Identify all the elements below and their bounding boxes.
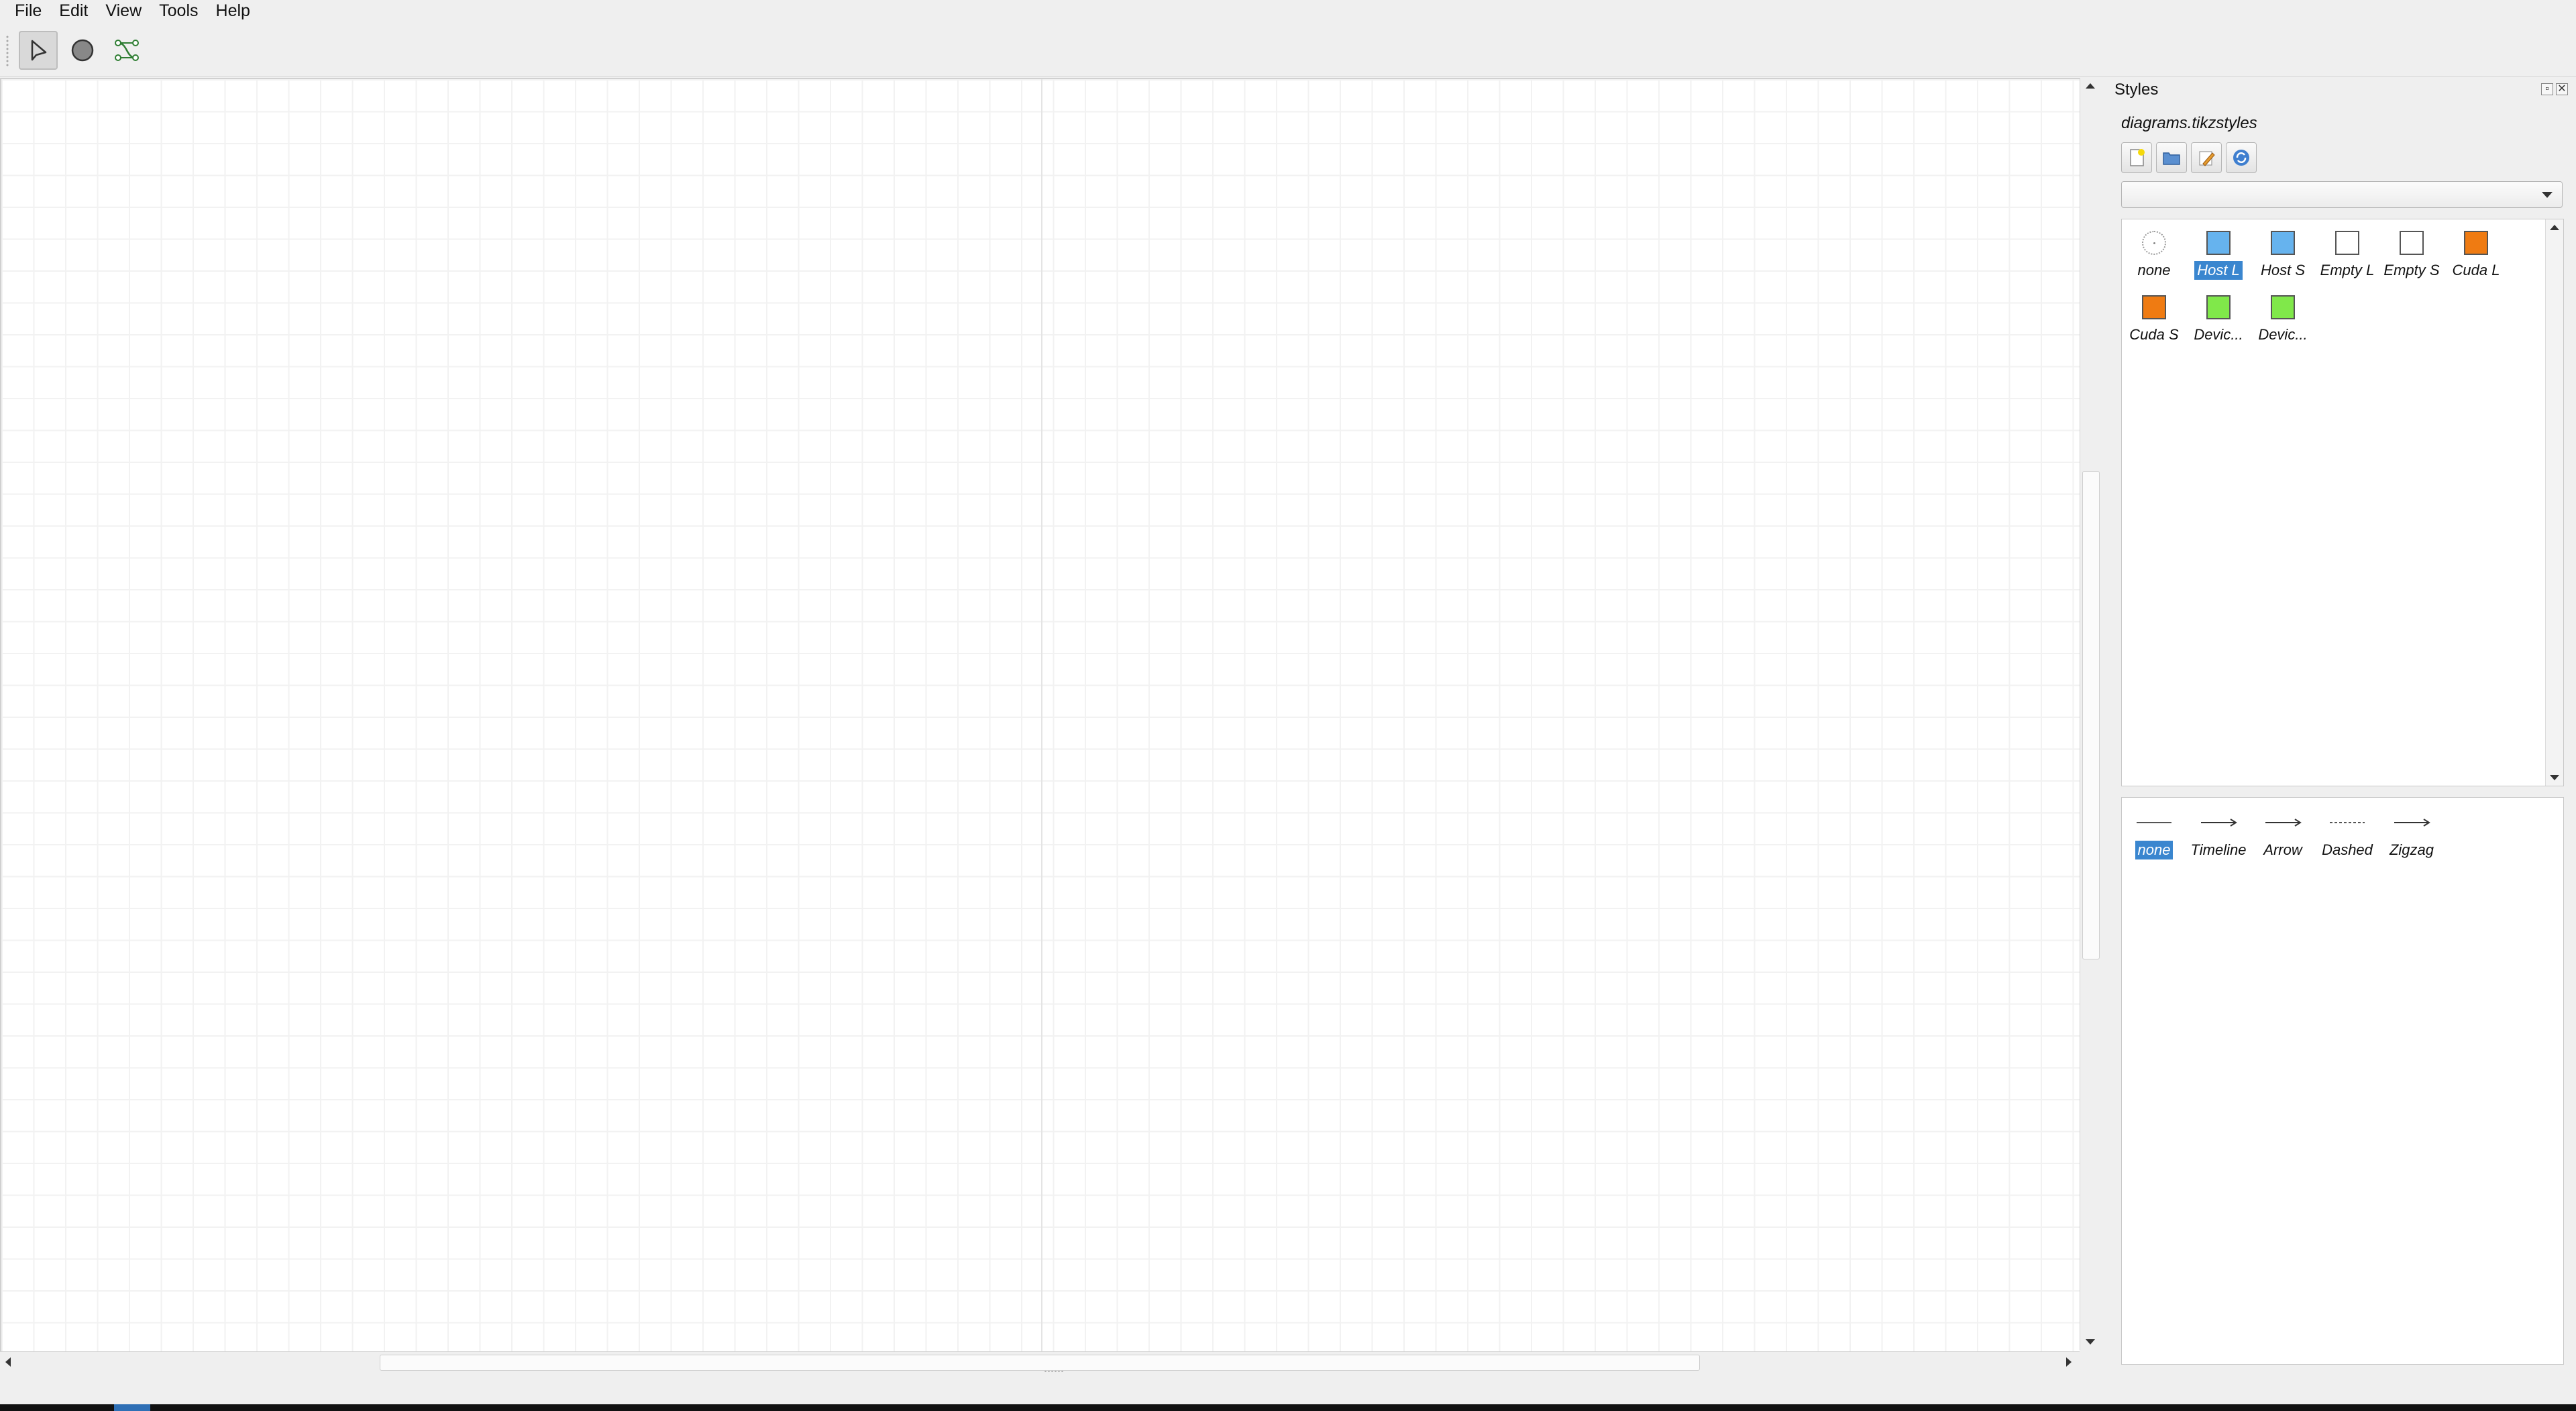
toolbar-grip[interactable] xyxy=(5,35,9,67)
node-style-swatch xyxy=(2142,231,2166,255)
dock-close-icon[interactable]: ✕ xyxy=(2556,83,2568,95)
node-style-item[interactable]: Host S xyxy=(2251,226,2315,280)
circle-node-icon xyxy=(71,39,94,62)
open-style-file-button[interactable] xyxy=(2156,142,2187,173)
edge-style-item[interactable]: Arrow xyxy=(2251,806,2315,859)
node-style-label: Empty L xyxy=(2320,262,2375,278)
canvas-area xyxy=(0,78,2100,1373)
dock-float-icon[interactable]: ▫ xyxy=(2541,83,2553,95)
edge-style-label: Dashed xyxy=(2322,841,2373,858)
node-style-item[interactable]: Devic... xyxy=(2251,291,2315,344)
horizontal-scrollbar[interactable] xyxy=(0,1351,2080,1372)
node-tool-button[interactable] xyxy=(63,31,102,70)
style-file-name: diagrams.tikzstyles xyxy=(2121,114,2257,132)
menu-bar: File Edit View Tools Help xyxy=(0,0,2576,22)
node-styles-list[interactable]: none Host L Host S Empty L Empty S Cuda … xyxy=(2121,219,2564,786)
menu-file[interactable]: File xyxy=(0,0,50,22)
dock-title: Styles xyxy=(2114,81,2159,99)
node-style-swatch xyxy=(2335,231,2359,255)
node-style-label: Empty S xyxy=(2383,262,2440,278)
vertical-scroll-thumb[interactable] xyxy=(2082,471,2100,959)
menu-tools[interactable]: Tools xyxy=(150,0,206,22)
scroll-right-arrow-icon[interactable] xyxy=(2066,1357,2072,1367)
horizontal-scroll-thumb[interactable] xyxy=(380,1355,1700,1371)
edge-dashed-icon xyxy=(2330,822,2365,823)
drawing-canvas[interactable] xyxy=(0,78,2080,1351)
edge-arrow-icon xyxy=(2394,819,2430,827)
node-style-swatch xyxy=(2271,231,2295,255)
canvas-origin-axis xyxy=(1041,79,1042,1351)
edge-style-label: none xyxy=(2135,841,2174,859)
scroll-down-arrow-icon[interactable] xyxy=(2550,775,2559,780)
vertical-scrollbar[interactable] xyxy=(2080,78,2100,1350)
taskbar xyxy=(0,1404,2576,1411)
scroll-left-arrow-icon[interactable] xyxy=(5,1357,11,1367)
toolbar xyxy=(0,24,2576,77)
edit-icon xyxy=(2199,151,2215,166)
node-style-label: Devic... xyxy=(2194,326,2243,343)
node-style-label: none xyxy=(2137,262,2171,278)
taskbar-active-item[interactable] xyxy=(114,1404,150,1411)
refresh-icon xyxy=(2233,150,2249,166)
node-style-item[interactable]: Empty L xyxy=(2315,226,2379,280)
resize-grip[interactable] xyxy=(1044,1370,1064,1373)
pointer-arrow-icon xyxy=(31,40,47,61)
menu-view[interactable]: View xyxy=(96,0,150,22)
edge-style-item[interactable]: none xyxy=(2122,806,2186,859)
node-style-swatch xyxy=(2400,231,2424,255)
node-style-swatch xyxy=(2464,231,2488,255)
edge-style-item[interactable]: Dashed xyxy=(2315,806,2379,859)
node-style-label: Cuda S xyxy=(2129,326,2179,343)
node-style-item[interactable]: Cuda S xyxy=(2122,291,2186,344)
menu-edit[interactable]: Edit xyxy=(50,0,96,22)
node-style-item[interactable]: Host L xyxy=(2186,226,2251,280)
edge-style-label: Arrow xyxy=(2263,841,2302,858)
edge-arrow-icon xyxy=(2201,819,2237,827)
node-style-label: Devic... xyxy=(2258,326,2308,343)
chevron-down-icon xyxy=(2542,192,2553,198)
edge-path-icon xyxy=(115,40,139,61)
edit-style-file-button[interactable] xyxy=(2191,142,2222,173)
node-style-swatch xyxy=(2142,295,2166,319)
edge-style-label: Timeline xyxy=(2190,841,2247,858)
scroll-up-arrow-icon[interactable] xyxy=(2086,83,2095,89)
node-style-label: Host S xyxy=(2260,262,2306,278)
node-list-scrollbar[interactable] xyxy=(2545,219,2563,786)
style-category-select[interactable] xyxy=(2121,181,2563,208)
node-style-item[interactable]: Devic... xyxy=(2186,291,2251,344)
node-style-item[interactable]: Cuda L xyxy=(2444,226,2508,280)
edge-style-label: Zigzag xyxy=(2389,841,2434,858)
menu-help[interactable]: Help xyxy=(207,0,258,22)
select-tool-button[interactable] xyxy=(19,31,58,70)
node-style-label: Cuda L xyxy=(2452,262,2500,278)
edge-style-item[interactable]: Timeline xyxy=(2186,806,2251,859)
node-style-item[interactable]: none xyxy=(2122,226,2186,280)
styles-dock: Styles ▫ ✕ diagrams.tikzstyles none Host… xyxy=(2106,78,2568,1366)
node-style-swatch xyxy=(2206,295,2231,319)
node-style-item[interactable]: Empty S xyxy=(2379,226,2444,280)
new-file-icon xyxy=(2130,149,2145,166)
edge-arrow-icon xyxy=(2265,819,2302,827)
node-style-swatch xyxy=(2206,231,2231,255)
node-style-swatch xyxy=(2271,295,2295,319)
scroll-down-arrow-icon[interactable] xyxy=(2086,1339,2095,1345)
edge-styles-list[interactable]: none Timeline Arrow Dashed Zigzag xyxy=(2121,797,2564,1365)
edge-tool-button[interactable] xyxy=(107,31,146,70)
scroll-up-arrow-icon[interactable] xyxy=(2550,225,2559,230)
refresh-styles-button[interactable] xyxy=(2226,142,2257,173)
new-style-file-button[interactable] xyxy=(2121,142,2152,173)
edge-plain-icon xyxy=(2137,822,2171,823)
open-folder-icon xyxy=(2163,152,2180,165)
edge-style-item[interactable]: Zigzag xyxy=(2379,806,2444,859)
node-style-label: Host L xyxy=(2194,261,2243,280)
